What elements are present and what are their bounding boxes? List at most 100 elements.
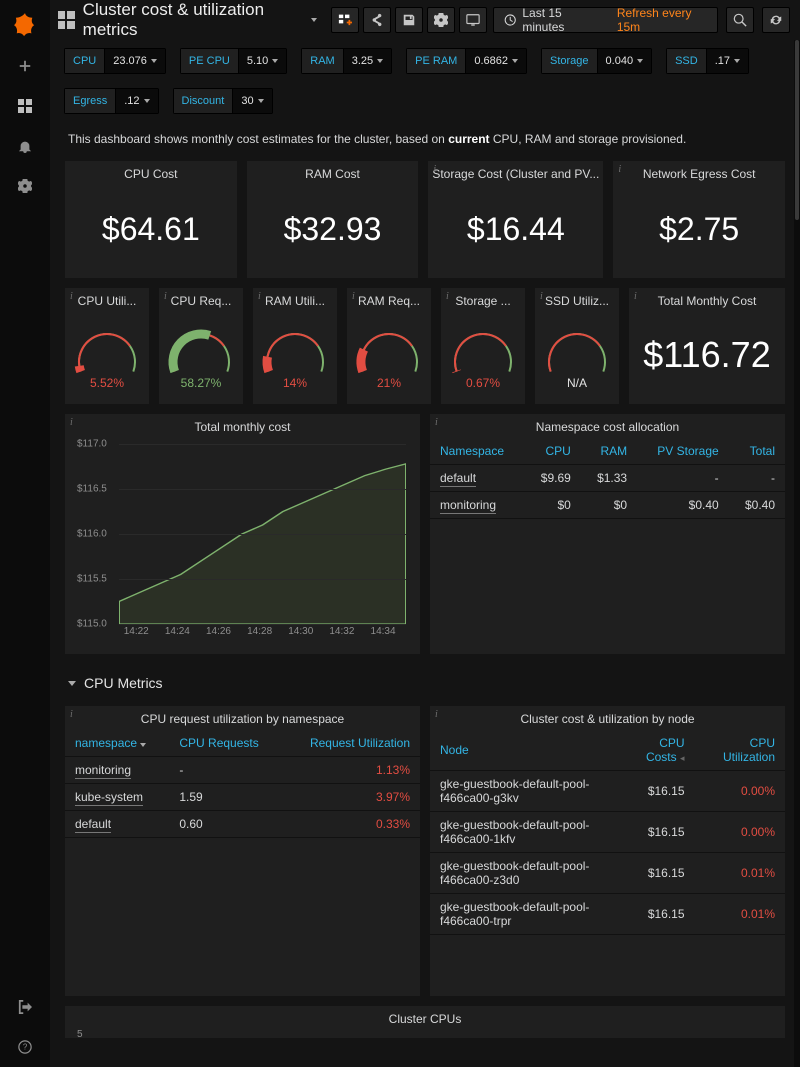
col-cpu-util[interactable]: CPU Utilization — [695, 730, 785, 771]
panel-title: Namespace cost allocation — [430, 414, 785, 438]
scrollbar[interactable] — [794, 40, 800, 1067]
info-icon[interactable]: i — [433, 164, 436, 175]
cell-node: gke-guestbook-default-pool-f466ca00-g3kv — [430, 771, 618, 812]
table-row[interactable]: monitoring$0$0$0.40$0.40 — [430, 492, 785, 519]
info-icon[interactable]: i — [352, 291, 355, 302]
panel-gauge-cpu-req[interactable]: iCPU Req...58.27% — [158, 287, 244, 405]
dashboard-settings-button[interactable] — [427, 7, 455, 33]
sort-desc-icon — [140, 743, 146, 747]
info-icon[interactable]: i — [70, 291, 73, 302]
stat-value: $116.72 — [629, 312, 785, 398]
panel-cluster-cpus[interactable]: Cluster CPUs 5 — [64, 1005, 786, 1039]
scrollbar-thumb[interactable] — [795, 40, 799, 220]
info-icon[interactable]: i — [435, 417, 438, 428]
info-icon[interactable]: i — [70, 417, 73, 428]
table-row[interactable]: default$9.69$1.33-- — [430, 465, 785, 492]
table-row[interactable]: gke-guestbook-default-pool-f466ca00-trpr… — [430, 894, 785, 935]
panel-gauge-ram-util[interactable]: iRAM Utili...14% — [252, 287, 338, 405]
panel-cost-by-node[interactable]: i Cluster cost & utilization by node Nod… — [429, 705, 786, 997]
col-req-util[interactable]: Request Utilization — [283, 730, 420, 757]
info-icon[interactable]: i — [540, 291, 543, 302]
col-node[interactable]: Node — [430, 730, 618, 771]
var-value[interactable]: 5.10 — [238, 48, 287, 74]
share-button[interactable] — [363, 7, 391, 33]
info-icon[interactable]: i — [618, 164, 621, 175]
save-button[interactable] — [395, 7, 423, 33]
info-icon[interactable]: i — [435, 709, 438, 720]
var-value[interactable]: 0.040 — [597, 48, 653, 74]
zoom-out-button[interactable] — [726, 7, 754, 33]
dashboards-switcher-icon[interactable] — [58, 11, 75, 29]
cell-namespace[interactable]: default — [430, 465, 525, 492]
panel-storage-cost[interactable]: i Storage Cost (Cluster and PV... $16.44 — [427, 160, 604, 279]
cell-namespace[interactable]: monitoring — [65, 757, 169, 784]
cell-namespace[interactable]: default — [65, 811, 169, 838]
var-pe-ram[interactable]: PE RAM0.6862 — [406, 48, 527, 74]
var-ram[interactable]: RAM3.25 — [301, 48, 392, 74]
col-cpu-costs[interactable]: CPU Costs ◂ — [618, 730, 694, 771]
panel-gauge-cpu-util[interactable]: iCPU Utili...5.52% — [64, 287, 150, 405]
col-pv[interactable]: PV Storage — [637, 438, 729, 465]
alerts-icon[interactable] — [5, 126, 45, 166]
panel-gauge-storage[interactable]: iStorage ...0.67% — [440, 287, 526, 405]
kiosk-button[interactable] — [459, 7, 487, 33]
col-total[interactable]: Total — [729, 438, 785, 465]
info-icon[interactable]: i — [634, 291, 637, 302]
row-cpu-metrics[interactable]: CPU Metrics — [64, 663, 786, 697]
add-panel-button[interactable] — [331, 7, 359, 33]
panel-title: CPU Utili... — [65, 288, 149, 312]
cell-namespace[interactable]: kube-system — [65, 784, 169, 811]
time-picker[interactable]: Last 15 minutes Refresh every 15m — [493, 7, 718, 33]
panel-title: RAM Req... — [347, 288, 431, 312]
var-value[interactable]: 0.6862 — [465, 48, 527, 74]
info-icon[interactable]: i — [164, 291, 167, 302]
panel-egress-cost[interactable]: i Network Egress Cost $2.75 — [612, 160, 786, 279]
var-egress[interactable]: Egress.12 — [64, 88, 159, 114]
col-cpu-requests[interactable]: CPU Requests — [169, 730, 282, 757]
panel-ram-cost[interactable]: RAM Cost $32.93 — [246, 160, 420, 279]
var-value[interactable]: 23.076 — [104, 48, 166, 74]
var-discount[interactable]: Discount30 — [173, 88, 273, 114]
gauge-value: 21% — [347, 376, 431, 390]
var-pe-cpu[interactable]: PE CPU5.10 — [180, 48, 287, 74]
dashboards-icon[interactable] — [5, 86, 45, 126]
add-icon[interactable] — [5, 46, 45, 86]
col-cpu[interactable]: CPU — [525, 438, 581, 465]
cell-namespace[interactable]: monitoring — [430, 492, 525, 519]
info-icon[interactable]: i — [258, 291, 261, 302]
panel-gauge-ram-req[interactable]: iRAM Req... 21% — [346, 287, 432, 405]
panel-cpu-cost[interactable]: CPU Cost $64.61 — [64, 160, 238, 279]
table-row[interactable]: monitoring-1.13% — [65, 757, 420, 784]
col-namespace[interactable]: namespace — [65, 730, 169, 757]
var-cpu[interactable]: CPU23.076 — [64, 48, 166, 74]
help-icon[interactable]: ? — [5, 1027, 45, 1067]
panel-title: Cluster CPUs — [65, 1006, 785, 1030]
var-value[interactable]: 30 — [232, 88, 272, 114]
panel-gauge-ssd[interactable]: iSSD Utiliz...N/A — [534, 287, 620, 405]
var-value[interactable]: .17 — [706, 48, 749, 74]
info-icon[interactable]: i — [446, 291, 449, 302]
var-storage[interactable]: Storage0.040 — [541, 48, 652, 74]
panel-namespace-cost[interactable]: i Namespace cost allocation Namespace CP… — [429, 413, 786, 655]
settings-icon[interactable] — [5, 166, 45, 206]
table-row[interactable]: gke-guestbook-default-pool-f466ca00-1kfv… — [430, 812, 785, 853]
var-ssd[interactable]: SSD.17 — [666, 48, 749, 74]
dashboard-title[interactable]: Cluster cost & utilization metrics — [83, 0, 317, 40]
cell-pv: $0.40 — [637, 492, 729, 519]
signout-icon[interactable] — [5, 987, 45, 1027]
info-icon[interactable]: i — [70, 709, 73, 720]
cell-cpu-requests: 0.60 — [169, 811, 282, 838]
grafana-logo[interactable] — [5, 6, 45, 46]
refresh-button[interactable] — [762, 7, 790, 33]
table-row[interactable]: gke-guestbook-default-pool-f466ca00-z3d0… — [430, 853, 785, 894]
col-ram[interactable]: RAM — [581, 438, 637, 465]
panel-total-monthly-cost-chart[interactable]: i Total monthly cost $115.0$115.5$116.0$… — [64, 413, 421, 655]
table-row[interactable]: default0.600.33% — [65, 811, 420, 838]
panel-total-monthly-cost[interactable]: iTotal Monthly Cost$116.72 — [628, 287, 786, 405]
table-row[interactable]: gke-guestbook-default-pool-f466ca00-g3kv… — [430, 771, 785, 812]
panel-cpu-request-util[interactable]: i CPU request utilization by namespace n… — [64, 705, 421, 997]
col-namespace[interactable]: Namespace — [430, 438, 525, 465]
var-value[interactable]: 3.25 — [343, 48, 392, 74]
table-row[interactable]: kube-system1.593.97% — [65, 784, 420, 811]
var-value[interactable]: .12 — [115, 88, 158, 114]
